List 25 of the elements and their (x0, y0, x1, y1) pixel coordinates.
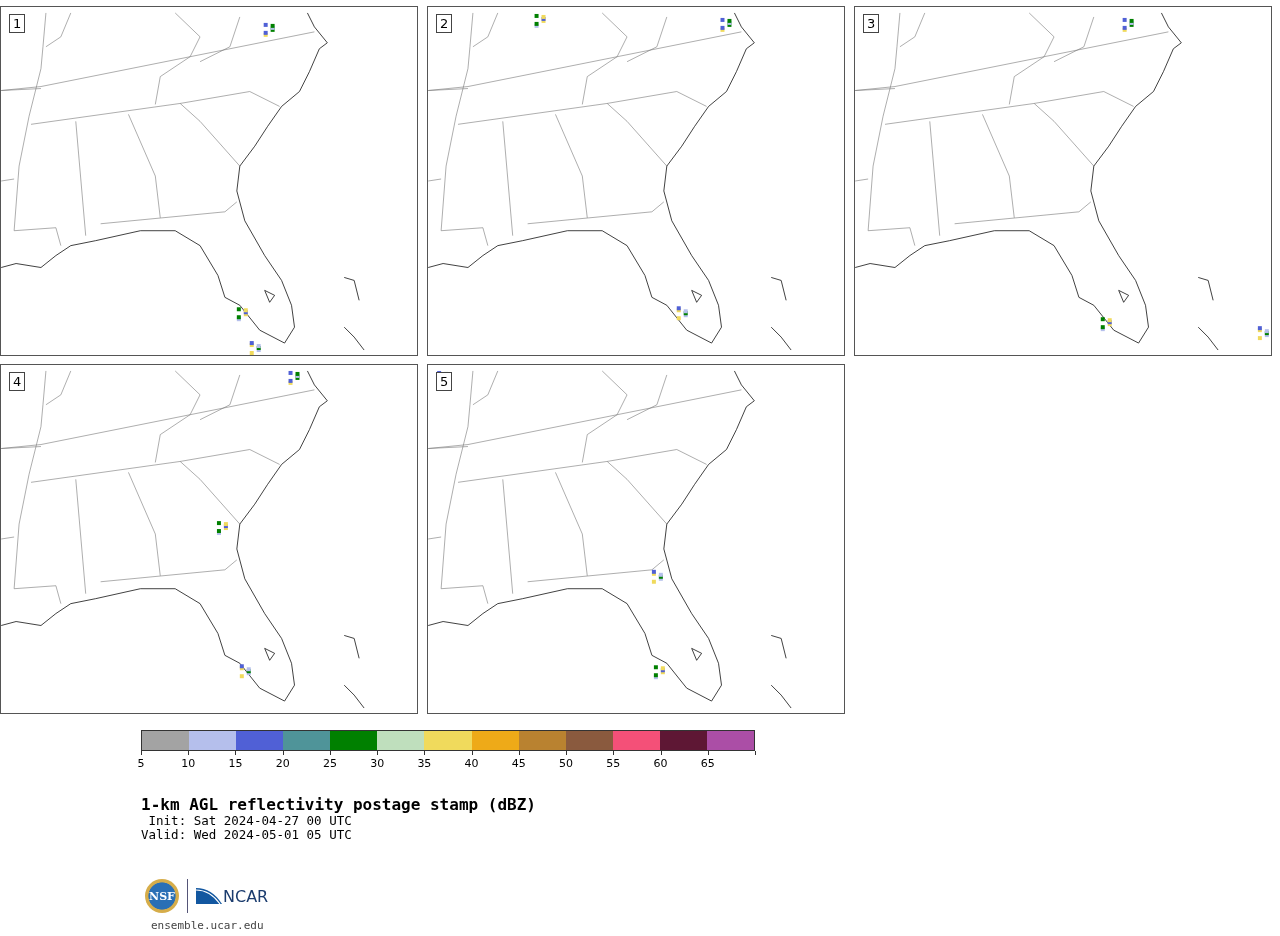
init-time: Init: Sat 2024-04-27 00 UTC (147, 814, 353, 828)
panel-number: 1 (9, 14, 26, 33)
tick-label: 10 (181, 757, 196, 770)
tick-label: 45 (511, 757, 526, 770)
panel-number: 5 (436, 372, 453, 391)
tick-label: 60 (653, 757, 668, 770)
panel-number: 2 (436, 14, 453, 33)
website-url: ensemble.ucar.edu (151, 919, 265, 932)
panel-number: 4 (9, 372, 26, 391)
logo-text: NCAR (223, 888, 269, 906)
tick-label: 25 (322, 757, 337, 770)
tick-label: 35 (417, 757, 432, 770)
panel-number: 3 (863, 14, 880, 33)
tick-label: 20 (275, 757, 290, 770)
tick-label: 50 (559, 757, 574, 770)
valid-time: Valid: Wed 2024-05-01 05 UTC (141, 828, 353, 842)
tick-label: 15 (228, 757, 243, 770)
tick-label: 30 (370, 757, 385, 770)
swoosh-icon (196, 886, 222, 906)
tick-label: 5 (137, 757, 145, 770)
seal-logo: NSF (145, 879, 179, 913)
tick-label: 65 (700, 757, 715, 770)
tick-label: 55 (606, 757, 621, 770)
chart-title: 1-km AGL reflectivity postage stamp (dBZ) (141, 795, 537, 814)
tick-label: 40 (464, 757, 479, 770)
